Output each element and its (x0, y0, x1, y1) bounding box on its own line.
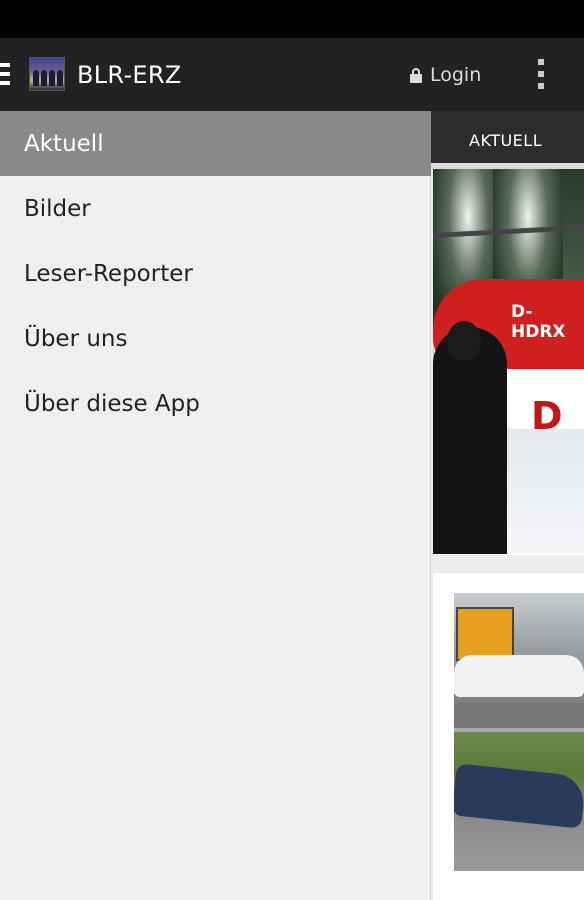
login-button[interactable]: Login (410, 64, 481, 86)
tab-aktuell[interactable]: AKTUELL (431, 111, 584, 169)
drawer-item-ueber-uns[interactable]: Über uns (0, 306, 431, 371)
app-title: BLR-ERZ (77, 61, 182, 89)
drawer-item-aktuell[interactable]: Aktuell (0, 111, 431, 176)
helicopter-logo: D (531, 394, 563, 438)
news-card[interactable] (433, 573, 584, 900)
app-logo[interactable] (29, 57, 65, 91)
tab-bar: AKTUELL (431, 111, 584, 169)
status-bar (0, 0, 584, 38)
helicopter-registration: D-HDRX (511, 302, 566, 342)
login-label: Login (430, 64, 482, 86)
drawer-item-bilder[interactable]: Bilder (0, 176, 431, 241)
helicopter-photo: D-HDRX D (433, 169, 584, 554)
lock-icon (410, 67, 422, 83)
navigation-drawer: Aktuell Bilder Leser-Reporter Über uns Ü… (0, 111, 431, 900)
news-card[interactable]: D-HDRX D (433, 169, 584, 555)
drawer-item-leser-reporter[interactable]: Leser-Reporter (0, 241, 431, 306)
car-crash-photo (454, 593, 584, 871)
content-area: AKTUELL D-HDRX D (431, 111, 584, 900)
overflow-menu-icon[interactable] (537, 59, 545, 91)
action-bar: BLR-ERZ Login (0, 38, 584, 111)
drawer-item-ueber-diese-app[interactable]: Über diese App (0, 371, 431, 436)
menu-icon[interactable] (0, 63, 14, 85)
news-card[interactable] (433, 887, 584, 900)
